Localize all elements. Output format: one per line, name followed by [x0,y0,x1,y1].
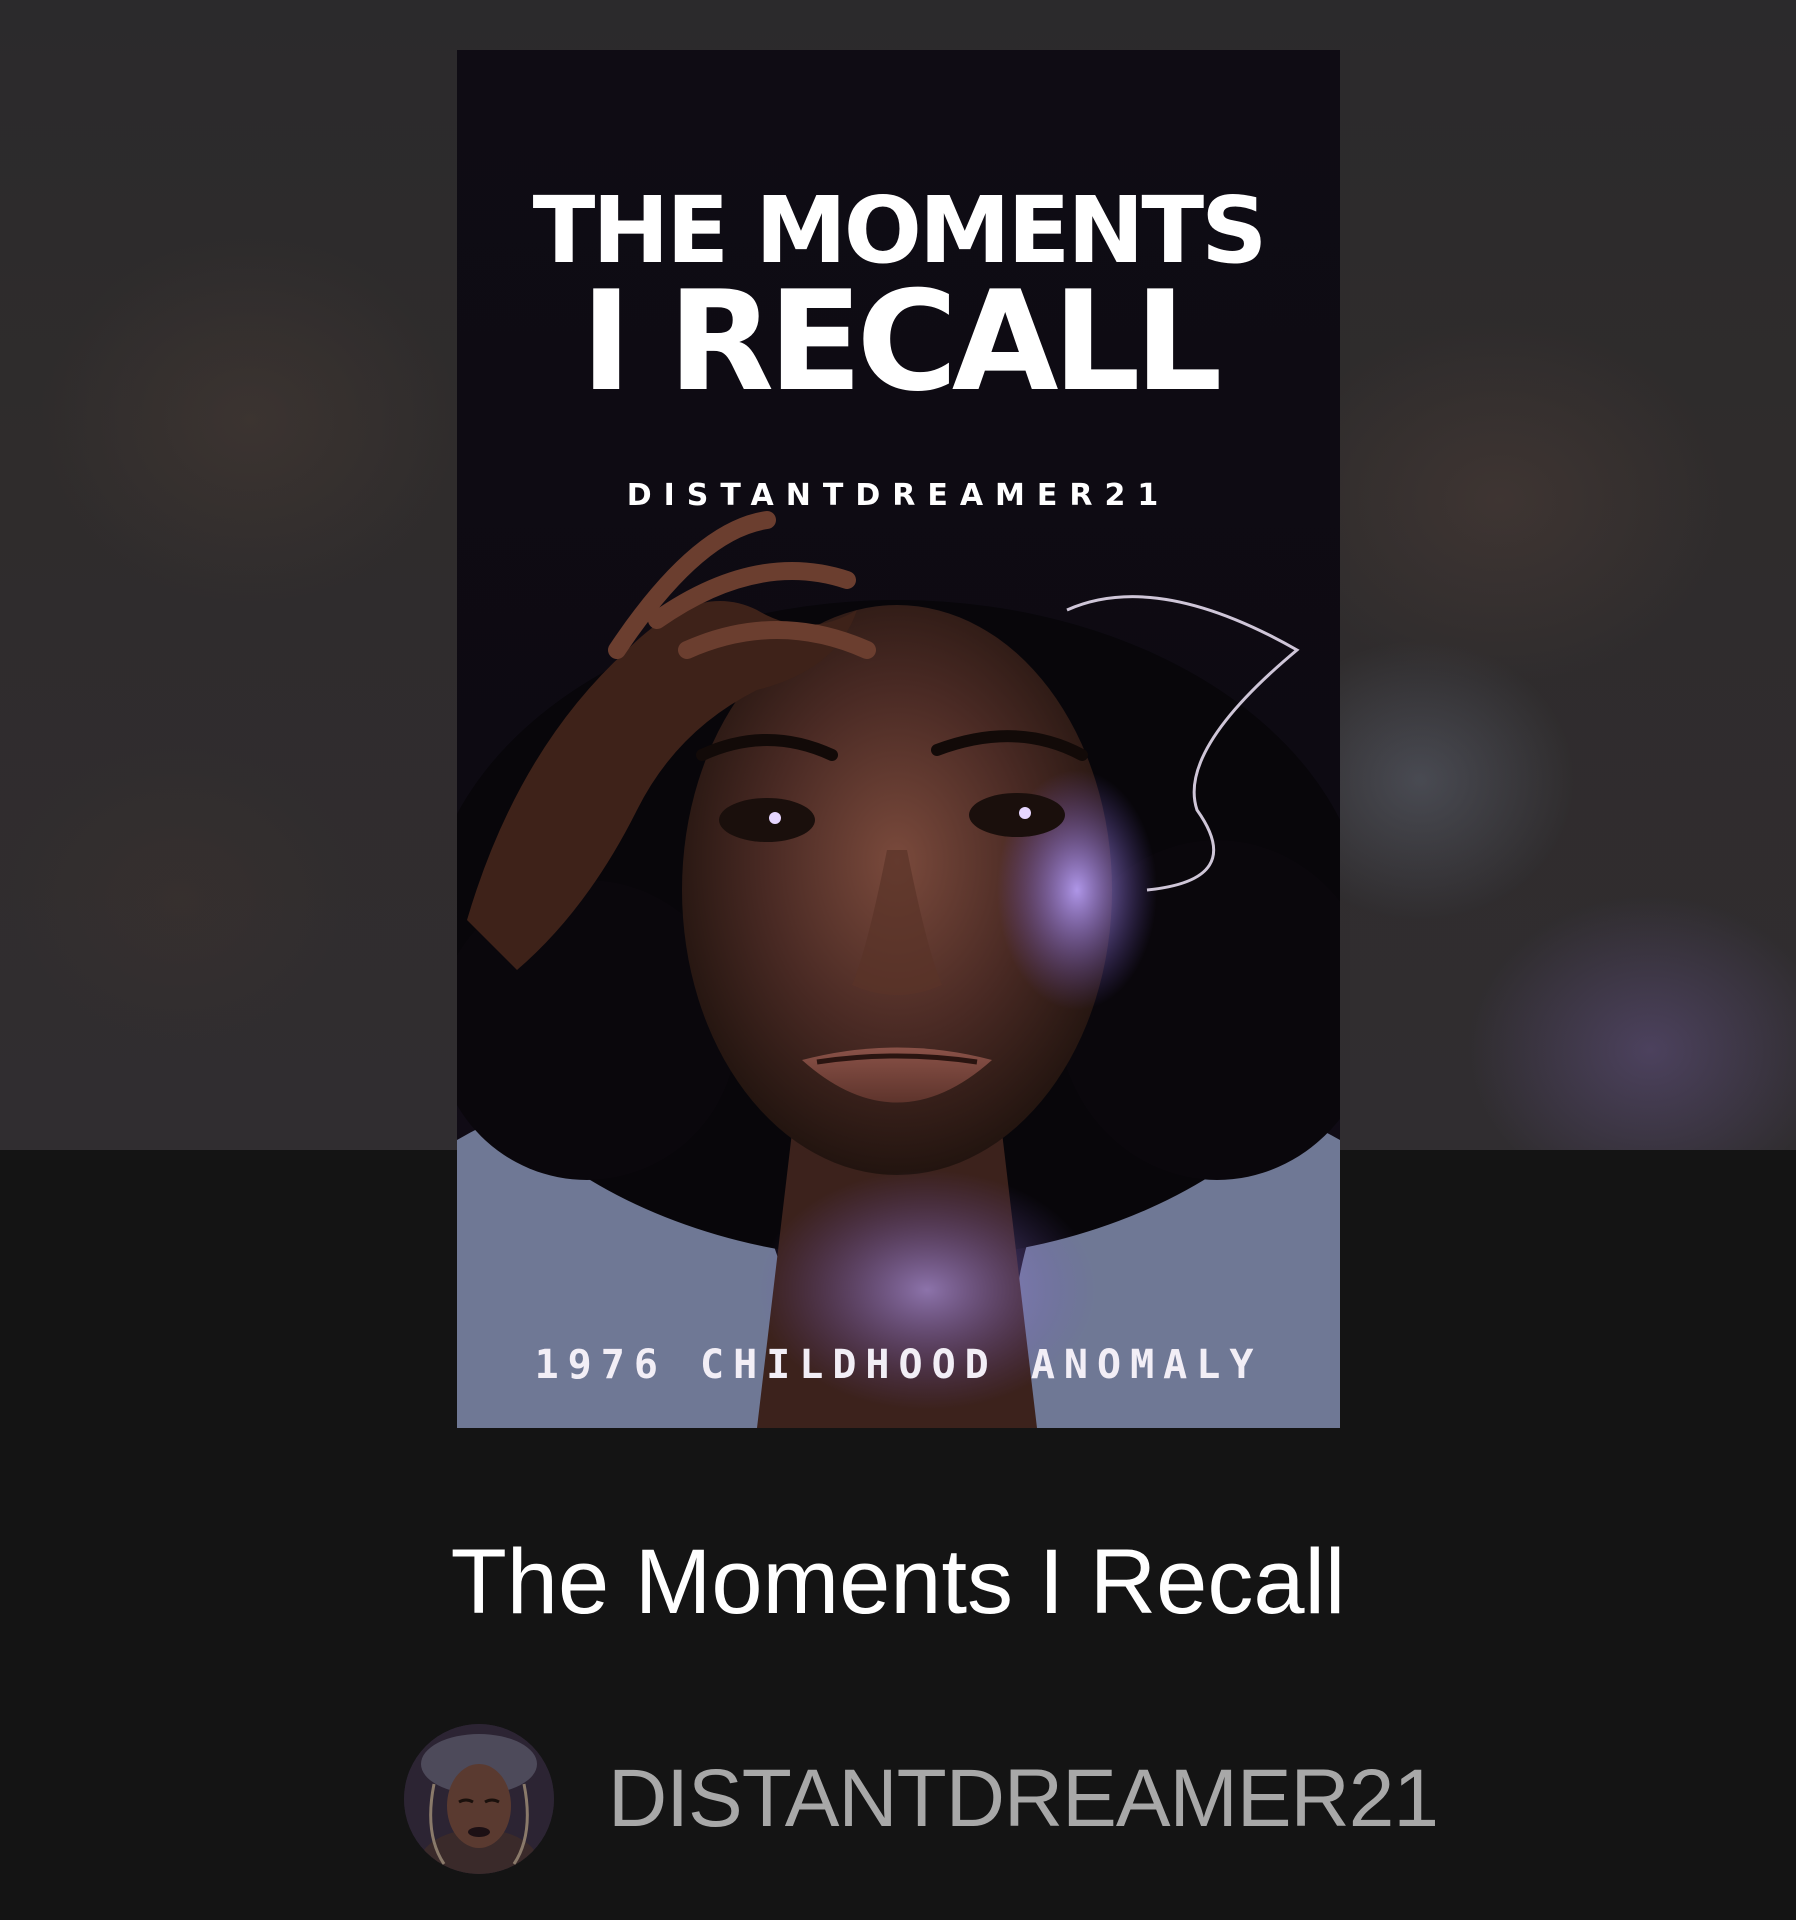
cover-author: DISTANTDREAMER21 [626,478,1171,513]
author-avatar[interactable] [404,1724,554,1874]
cover-title-line2: I RECALL [580,261,1223,422]
cover-tagline: 1976 CHILDHOOD ANOMALY [534,1342,1263,1388]
story-title: The Moments I Recall [450,1531,1346,1633]
author-name[interactable]: DISTANTDREAMER21 [608,1752,1439,1846]
author-link[interactable]: DISTANTDREAMER21 [404,1724,1439,1874]
avatar-portrait-icon [404,1724,554,1874]
cover-title: THE MOMENTS I RECALL [457,185,1340,411]
book-cover[interactable]: THE MOMENTS I RECALL DISTANTDREAMER21 19… [457,50,1340,1428]
